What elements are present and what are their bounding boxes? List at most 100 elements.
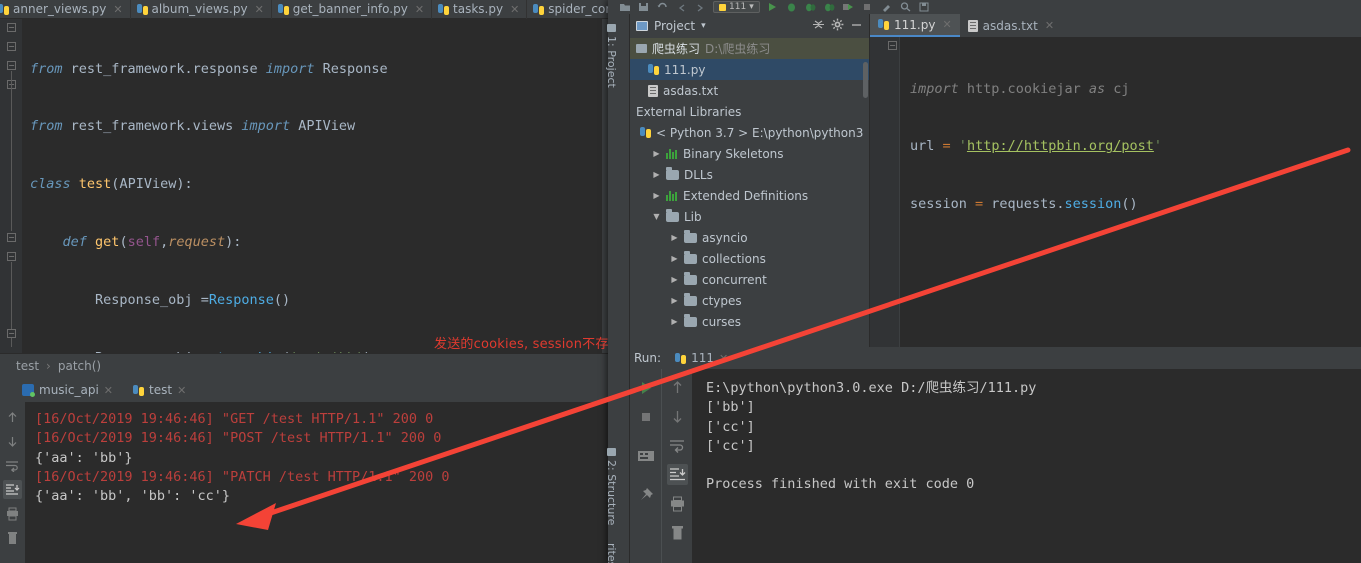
fold-marker[interactable]: − [7,252,16,261]
sync-icon[interactable] [656,2,669,13]
scroll-up-icon[interactable] [3,408,22,427]
run-configuration-selector[interactable]: 111 ▾ [713,1,760,13]
tab-label: get_banner_info.py [292,2,408,16]
close-icon[interactable]: ✕ [942,18,951,31]
tool-window-button-favorites[interactable]: rites [605,539,618,563]
close-icon[interactable]: ✕ [255,3,264,16]
fold-marker[interactable]: − [7,61,16,70]
redo-icon[interactable] [694,2,707,13]
gear-icon[interactable] [831,18,844,34]
coverage-icon[interactable] [804,2,817,13]
tree-row-ctypes[interactable]: ▶ ctypes [630,290,869,311]
tree-row-lib[interactable]: ▼ Lib [630,206,869,227]
profile-icon[interactable] [823,2,836,13]
down-icon[interactable] [667,406,688,427]
save-icon[interactable] [637,2,650,13]
pin-icon[interactable] [635,484,656,505]
breadcrumb-method[interactable]: patch() [58,359,101,373]
chevron-down-icon[interactable]: ▾ [749,2,754,12]
fold-marker[interactable]: − [7,233,16,242]
tree-row-collections[interactable]: ▶ collections [630,248,869,269]
tree-row-asyncio[interactable]: ▶ asyncio [630,227,869,248]
editor-tab-get-banner-info[interactable]: get_banner_info.py ✕ [272,0,433,19]
chevron-right-icon[interactable]: ▶ [652,191,661,200]
undo-icon[interactable] [675,2,688,13]
left-console-output[interactable]: [16/Oct/2019 19:46:46] "GET /test HTTP/1… [25,402,610,563]
tree-row-binary-skeletons[interactable]: ▶ Binary Skeletons [630,143,869,164]
breadcrumb-class[interactable]: test [16,359,39,373]
minimize-icon[interactable] [850,18,863,34]
save-all-icon[interactable] [918,2,931,13]
tree-row-project-root[interactable]: 爬虫练习 D:\爬虫练习 [630,38,869,59]
close-icon[interactable]: ✕ [719,352,728,365]
close-icon[interactable]: ✕ [177,384,186,397]
tool-button-label: 1: Project [605,36,618,88]
left-code-editor[interactable]: − − − − − − − from rest_framework.respon… [0,19,602,353]
breadcrumb[interactable]: test › patch() [0,353,610,378]
close-icon[interactable]: ✕ [1045,19,1054,32]
fold-marker[interactable]: − [7,42,16,51]
chevron-down-icon[interactable]: ▾ [701,21,706,31]
chevron-right-icon[interactable]: ▶ [670,296,679,305]
print-icon[interactable] [667,493,688,514]
tree-row-curses[interactable]: ▶ curses [630,311,869,332]
fold-marker[interactable]: − [7,23,16,32]
run-icon[interactable] [635,377,656,398]
soft-wrap-icon[interactable] [667,435,688,456]
chevron-right-icon[interactable]: ▶ [670,275,679,284]
chevron-right-icon[interactable]: ▶ [670,254,679,263]
stop-icon[interactable] [861,2,874,13]
editor-tab-111-py[interactable]: 111.py ✕ [870,14,960,37]
tree-row-concurrent[interactable]: ▶ concurrent [630,269,869,290]
close-icon[interactable]: ✕ [510,3,519,16]
open-icon[interactable] [618,2,631,13]
chevron-right-icon[interactable]: ▶ [670,233,679,242]
right-editor-gutter[interactable]: − [870,37,900,347]
close-icon[interactable]: ✕ [113,3,122,16]
run-console-output[interactable]: E:\python\python3.0.exe D:/爬虫练习/111.py [… [692,369,1361,563]
stop-icon[interactable] [635,406,656,427]
tree-row-dlls[interactable]: ▶ DLLs [630,164,869,185]
tree-row-external-libraries[interactable]: External Libraries [630,101,869,122]
editor-tab-tasks[interactable]: tasks.py ✕ [432,0,528,19]
chevron-right-icon[interactable]: ▶ [652,149,661,158]
print-icon[interactable] [3,504,22,523]
collapse-all-icon[interactable] [812,18,825,34]
tree-row-python-sdk[interactable]: < Python 3.7 > E:\python\python3 [630,122,869,143]
tree-row-label: 111.py [664,62,706,77]
left-editor-gutter[interactable]: − − − − − − − [0,19,22,353]
console-icon[interactable] [635,445,656,466]
trash-icon[interactable] [667,522,688,543]
debug-icon[interactable] [785,2,798,13]
chevron-right-icon[interactable]: ▶ [670,317,679,326]
editor-tab-banner-views[interactable]: anner_views.py ✕ [0,0,131,19]
tool-window-button-structure[interactable]: 2: Structure [605,444,618,529]
tool-window-button-project[interactable]: 1: Project [605,20,618,92]
close-icon[interactable]: ✕ [415,3,424,16]
scroll-to-end-icon[interactable] [3,480,22,499]
scroll-to-end-icon[interactable] [666,464,688,485]
scroll-down-icon[interactable] [3,432,22,451]
fold-marker[interactable]: − [7,329,16,338]
close-icon[interactable]: ✕ [104,384,113,397]
hammer-icon[interactable] [880,2,893,13]
run-tab-111[interactable]: 111 ✕ [675,351,728,365]
tree-row-111-py[interactable]: 111.py [630,59,869,80]
chevron-right-icon[interactable]: ▶ [652,170,661,179]
trash-icon[interactable] [3,528,22,547]
search-icon[interactable] [899,2,912,13]
editor-tab-album-views[interactable]: album_views.py ✕ [131,0,272,19]
right-editor-body[interactable]: − import http.cookiejar as cj url = 'htt… [870,37,1361,347]
fold-marker[interactable]: − [888,41,897,50]
run-icon[interactable] [766,2,779,13]
editor-tab-asdas-txt[interactable]: asdas.txt ✕ [960,14,1062,37]
up-icon[interactable] [667,377,688,398]
run-with-console-icon[interactable] [842,2,855,13]
project-tree-scrollbar[interactable] [863,62,868,98]
run-tab-test[interactable]: test ✕ [133,383,186,397]
tree-row-asdas-txt[interactable]: asdas.txt [630,80,869,101]
tree-row-extended-definitions[interactable]: ▶ Extended Definitions [630,185,869,206]
chevron-down-icon[interactable]: ▼ [652,212,661,221]
run-tab-music-api[interactable]: music_api ✕ [22,383,113,397]
soft-wrap-icon[interactable] [3,456,22,475]
